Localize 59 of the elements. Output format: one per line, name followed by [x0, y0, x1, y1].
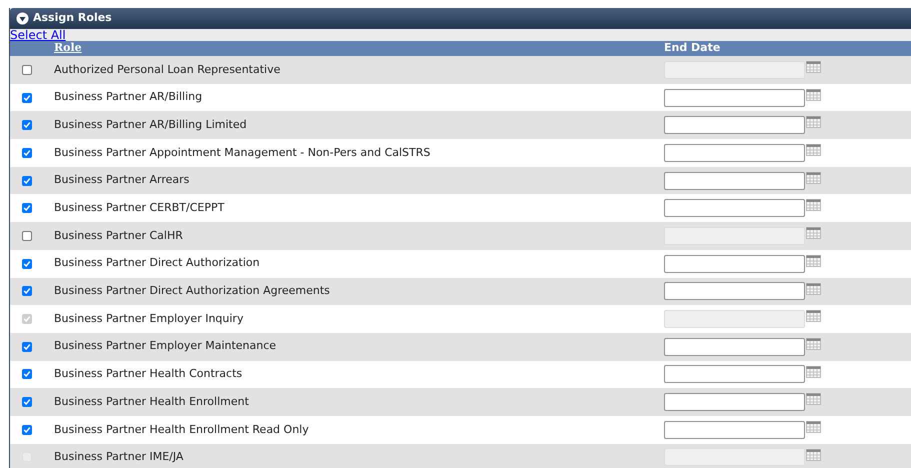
- role-name: Business Partner Health Enrollment Read Only: [54, 422, 310, 438]
- checkbox[interactable]: [22, 230, 32, 241]
- calendar-icon[interactable]: [806, 448, 821, 461]
- calendar-icon[interactable]: [806, 366, 821, 378]
- select-all-link[interactable]: Select All: [10, 29, 66, 41]
- checkbox[interactable]: [22, 258, 32, 269]
- role-name: Business Partner CalHR: [54, 228, 184, 244]
- checkbox[interactable]: [22, 176, 32, 186]
- checkbox[interactable]: [22, 148, 32, 158]
- panel-title: Assign Roles: [33, 10, 112, 26]
- end-date-field[interactable]: [664, 338, 805, 356]
- end-date-field[interactable]: [664, 172, 805, 190]
- calendar-icon[interactable]: [806, 393, 821, 406]
- calendar-icon[interactable]: [806, 116, 821, 128]
- checkbox[interactable]: [22, 92, 32, 103]
- end-date-field[interactable]: [664, 199, 805, 218]
- role-name: Business Partner Direct Authorization: [54, 255, 261, 272]
- calendar-icon[interactable]: [806, 420, 821, 433]
- role-name: Business Partner Direct Authorization Agreements: [54, 283, 331, 300]
- end-date-field[interactable]: [664, 144, 805, 162]
- end-date-field[interactable]: [664, 365, 805, 384]
- checkbox[interactable]: [22, 397, 32, 408]
- calendar-icon[interactable]: [806, 282, 821, 294]
- role-name: Business Partner Arrears: [54, 172, 190, 188]
- checkbox[interactable]: [22, 342, 32, 352]
- end-date-field[interactable]: [664, 88, 805, 107]
- end-date-field[interactable]: [664, 393, 805, 412]
- calendar-icon[interactable]: [806, 172, 821, 184]
- role-name: Business Partner Employer Maintenance: [54, 338, 278, 354]
- calendar-icon[interactable]: [806, 61, 821, 73]
- role-name: Business Partner Appointment Management - Non-Pers and CalSTRS: [54, 144, 432, 161]
- checkbox[interactable]: [22, 120, 32, 130]
- column-header[interactable]: Role: [54, 40, 664, 57]
- checkbox[interactable]: [22, 369, 32, 380]
- role-name: Business Partner CERBT/CEPPT: [54, 200, 226, 216]
- checkbox[interactable]: [22, 286, 32, 296]
- end-date-field[interactable]: [664, 254, 805, 273]
- end-date-field[interactable]: [664, 116, 805, 134]
- calendar-icon[interactable]: [806, 199, 821, 212]
- calendar-icon[interactable]: [806, 338, 821, 350]
- checkbox[interactable]: [22, 203, 32, 214]
- calendar-icon[interactable]: [806, 254, 821, 267]
- collapse-toggle-icon[interactable]: [16, 12, 29, 25]
- calendar-icon[interactable]: [806, 88, 821, 101]
- role-name: Business Partner IME/JA: [54, 449, 184, 466]
- role-name: Business Partner Health Contracts: [54, 366, 244, 382]
- role-name: Authorized Personal Loan Representative: [54, 62, 282, 78]
- checkbox[interactable]: [22, 424, 32, 435]
- role-name: Business Partner AR/Billing: [54, 89, 204, 106]
- column-header: End Date: [664, 40, 720, 56]
- calendar-icon[interactable]: [806, 310, 821, 322]
- end-date-field[interactable]: [664, 282, 805, 300]
- end-date-field[interactable]: [664, 420, 805, 439]
- calendar-icon[interactable]: [806, 144, 821, 156]
- role-name: Business Partner Employer Inquiry: [54, 310, 244, 327]
- role-name: Business Partner Health Enrollment: [54, 394, 250, 410]
- checkbox[interactable]: [22, 64, 32, 75]
- role-name: Business Partner AR/Billing Limited: [54, 116, 248, 133]
- calendar-icon[interactable]: [806, 227, 821, 240]
